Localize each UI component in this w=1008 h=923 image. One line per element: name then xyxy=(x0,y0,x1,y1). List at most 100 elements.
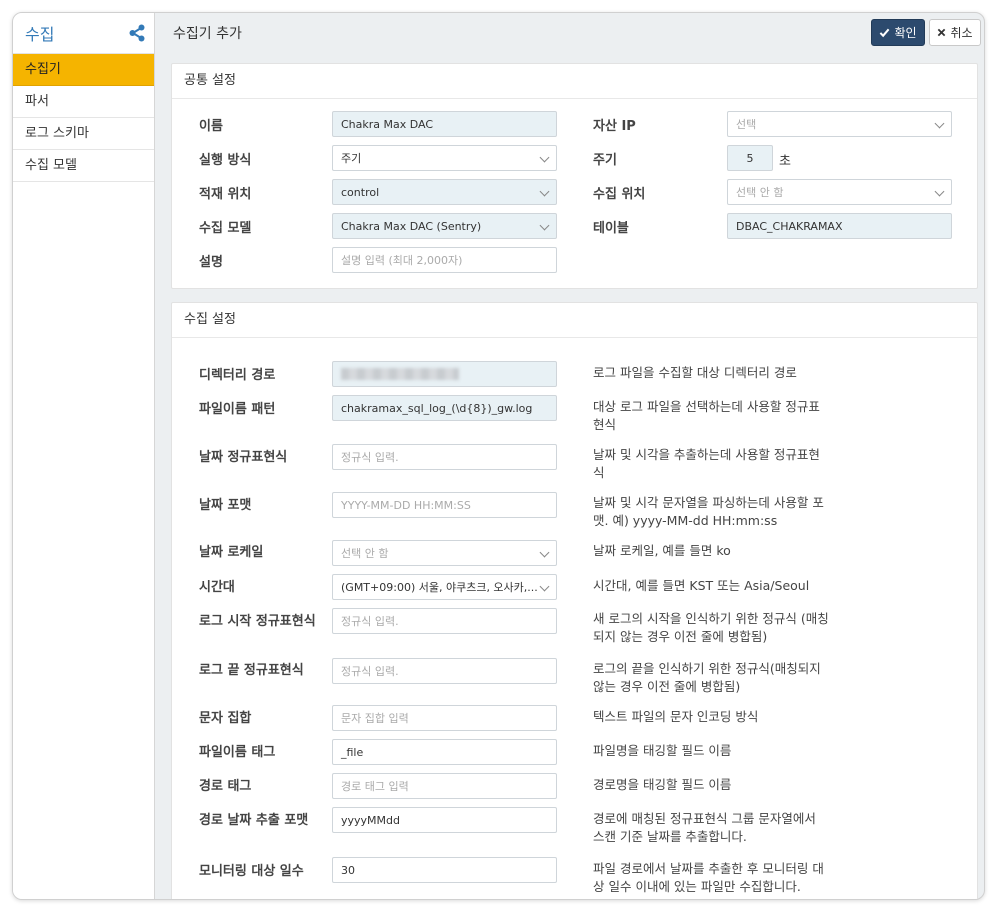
date-locale-label: 날짜 로케일 xyxy=(199,545,264,560)
filename-tag-desc: 파일명을 태깅할 필드 이름 xyxy=(593,743,732,758)
cancel-button[interactable]: 취소 xyxy=(929,19,981,46)
table-value: DBAC_CHAKRAMAX xyxy=(736,219,843,233)
log-start-regex-placeholder: 정규식 입력. xyxy=(341,615,399,628)
run-mode-label: 실행 방식 xyxy=(199,153,252,168)
sidebar-item-log-schema[interactable]: 로그 스키마 xyxy=(13,118,154,150)
asset-ip-select[interactable]: 선택 xyxy=(727,111,952,137)
charset-label: 문자 집합 xyxy=(199,711,252,726)
date-format-label: 날짜 포맷 xyxy=(199,498,252,513)
date-regex-label: 날짜 정규표현식 xyxy=(199,450,288,465)
timezone-label: 시간대 xyxy=(199,580,235,595)
name-field[interactable]: Chakra Max DAC xyxy=(332,111,557,137)
sidebar-item-collect-model[interactable]: 수집 모델 xyxy=(13,150,154,182)
app-window: 수집 수집기 파서 로그 스키마 수집 모델 수집기 추가 확인 취소 공통 설… xyxy=(12,12,985,900)
log-end-regex-desc: 로그의 끝을 인식하기 위한 정규식(매칭되지 않는 경우 이전 줄에 병합됨) xyxy=(593,661,821,694)
path-tag-label: 경로 태그 xyxy=(199,779,252,794)
monitoring-days-value: 30 xyxy=(341,863,355,877)
path-date-format-field[interactable]: yyyyMMdd xyxy=(332,807,557,833)
date-regex-desc: 날짜 및 시각을 추출하는데 사용할 정규표현식 xyxy=(593,447,820,480)
sidebar-item-collector[interactable]: 수집기 xyxy=(13,54,154,86)
sidebar-item-label: 수집 모델 xyxy=(25,158,77,173)
table-field[interactable]: DBAC_CHAKRAMAX xyxy=(727,213,952,239)
confirm-label: 확인 xyxy=(894,26,917,40)
load-location-select[interactable]: control xyxy=(332,179,557,205)
filename-tag-label: 파일이름 태그 xyxy=(199,745,276,760)
panel-title: 수집 설정 xyxy=(172,303,977,338)
directory-path-field[interactable] xyxy=(332,361,557,387)
collect-model-value: Chakra Max DAC (Sentry) xyxy=(341,219,482,233)
table-label: 테이블 xyxy=(593,221,629,236)
date-format-field[interactable]: YYYY-MM-DD HH:MM:SS xyxy=(332,492,557,518)
collect-model-select[interactable]: Chakra Max DAC (Sentry) xyxy=(332,213,557,239)
filename-pattern-field[interactable]: chakramax_sql_log_(\d{8})_gw.log xyxy=(332,395,557,421)
filename-tag-value: _file xyxy=(341,745,364,759)
panel-title: 공통 설정 xyxy=(172,64,977,99)
period-unit: 초 xyxy=(779,154,791,169)
sidebar-title: 수집 xyxy=(25,25,55,44)
path-tag-desc: 경로명을 태깅할 필드 이름 xyxy=(593,777,732,792)
collect-location-label: 수집 위치 xyxy=(593,187,646,202)
timezone-select[interactable]: (GMT+09:00) 서울, 야쿠츠크, 오사카,... xyxy=(332,574,557,600)
page-title: 수집기 추가 xyxy=(173,26,242,42)
log-start-regex-desc: 새 로그의 시작을 인식하기 위한 정규식 (매칭되지 않는 경우 이전 줄에 … xyxy=(593,611,829,644)
sidebar: 수집 수집기 파서 로그 스키마 수집 모델 xyxy=(13,13,155,899)
asset-ip-placeholder: 선택 xyxy=(736,118,757,131)
check-icon xyxy=(880,28,890,38)
log-end-regex-placeholder: 정규식 입력. xyxy=(341,665,399,678)
description-label: 설명 xyxy=(199,255,223,270)
common-settings-panel: 공통 설정 이름 Chakra Max DAC 자산 IP 선택 실행 방식 주… xyxy=(171,63,978,289)
date-locale-select[interactable]: 선택 안 함 xyxy=(332,540,557,566)
close-icon xyxy=(938,28,946,37)
sidebar-item-label: 로그 스키마 xyxy=(25,126,89,141)
period-field[interactable]: 5 xyxy=(727,145,773,171)
collect-model-label: 수집 모델 xyxy=(199,221,252,236)
timezone-desc: 시간대, 예를 들면 KST 또는 Asia/Seoul xyxy=(593,578,810,593)
charset-field[interactable]: 문자 집합 입력 xyxy=(332,705,557,731)
monitoring-days-field[interactable]: 30 xyxy=(332,857,557,883)
filename-tag-field[interactable]: _file xyxy=(332,739,557,765)
filename-pattern-desc: 대상 로그 파일을 선택하는데 사용할 정규표현식 xyxy=(593,399,820,432)
filename-pattern-label: 파일이름 패턴 xyxy=(199,402,276,417)
monitoring-days-label: 모니터링 대상 일수 xyxy=(199,864,304,879)
date-locale-placeholder: 선택 안 함 xyxy=(341,547,389,560)
sidebar-item-label: 수집기 xyxy=(25,62,61,77)
date-locale-desc: 날짜 로케일, 예를 들면 ko xyxy=(593,543,731,558)
asset-ip-label: 자산 IP xyxy=(593,119,636,134)
confirm-button[interactable]: 확인 xyxy=(871,19,925,46)
log-start-regex-label: 로그 시작 정규표현식 xyxy=(199,614,316,629)
header: 수집기 추가 확인 취소 xyxy=(156,13,984,59)
filename-pattern-value: chakramax_sql_log_(\d{8})_gw.log xyxy=(341,401,533,415)
name-label: 이름 xyxy=(199,119,223,134)
share-icon[interactable] xyxy=(128,24,146,42)
date-format-desc: 날짜 및 시각 문자열을 파싱하는데 사용할 포맷. 예) yyyy-MM-dd… xyxy=(593,495,824,528)
collect-location-select[interactable]: 선택 안 함 xyxy=(727,179,952,205)
sidebar-item-label: 파서 xyxy=(25,94,49,109)
cancel-label: 취소 xyxy=(950,26,973,40)
directory-path-label: 디렉터리 경로 xyxy=(199,368,276,383)
period-value: 5 xyxy=(746,151,754,165)
path-date-format-label: 경로 날짜 추출 포맷 xyxy=(199,813,309,828)
load-location-value: control xyxy=(341,185,380,199)
path-date-format-desc: 경로에 매칭된 정규표현식 그룹 문자열에서 스캔 기준 날짜를 추출합니다. xyxy=(593,811,816,844)
path-tag-field[interactable]: 경로 태그 입력 xyxy=(332,773,557,799)
collect-location-placeholder: 선택 안 함 xyxy=(736,186,784,199)
date-regex-placeholder: 정규식 입력. xyxy=(341,451,399,464)
path-tag-placeholder: 경로 태그 입력 xyxy=(341,780,409,793)
log-start-regex-field[interactable]: 정규식 입력. xyxy=(332,608,557,634)
log-end-regex-label: 로그 끝 정규표현식 xyxy=(199,663,304,678)
description-field[interactable]: 설명 입력 (최대 2,000자) xyxy=(332,247,557,273)
path-date-format-value: yyyyMMdd xyxy=(341,813,400,827)
log-end-regex-field[interactable]: 정규식 입력. xyxy=(332,658,557,684)
redacted-path xyxy=(341,368,459,380)
timezone-value: (GMT+09:00) 서울, 야쿠츠크, 오사카,... xyxy=(341,581,538,594)
name-value: Chakra Max DAC xyxy=(341,117,434,131)
charset-placeholder: 문자 집합 입력 xyxy=(341,712,409,725)
load-location-label: 적재 위치 xyxy=(199,187,252,202)
sidebar-item-parser[interactable]: 파서 xyxy=(13,86,154,118)
run-mode-select[interactable]: 주기 xyxy=(332,145,557,171)
directory-path-desc: 로그 파일을 수집할 대상 디렉터리 경로 xyxy=(593,365,797,380)
date-regex-field[interactable]: 정규식 입력. xyxy=(332,444,557,470)
description-placeholder: 설명 입력 (최대 2,000자) xyxy=(341,254,463,267)
charset-desc: 텍스트 파일의 문자 인코딩 방식 xyxy=(593,709,759,724)
collect-settings-panel: 수집 설정 디렉터리 경로 로그 파일을 수집할 대상 디렉터리 경로 파일이름… xyxy=(171,302,978,899)
